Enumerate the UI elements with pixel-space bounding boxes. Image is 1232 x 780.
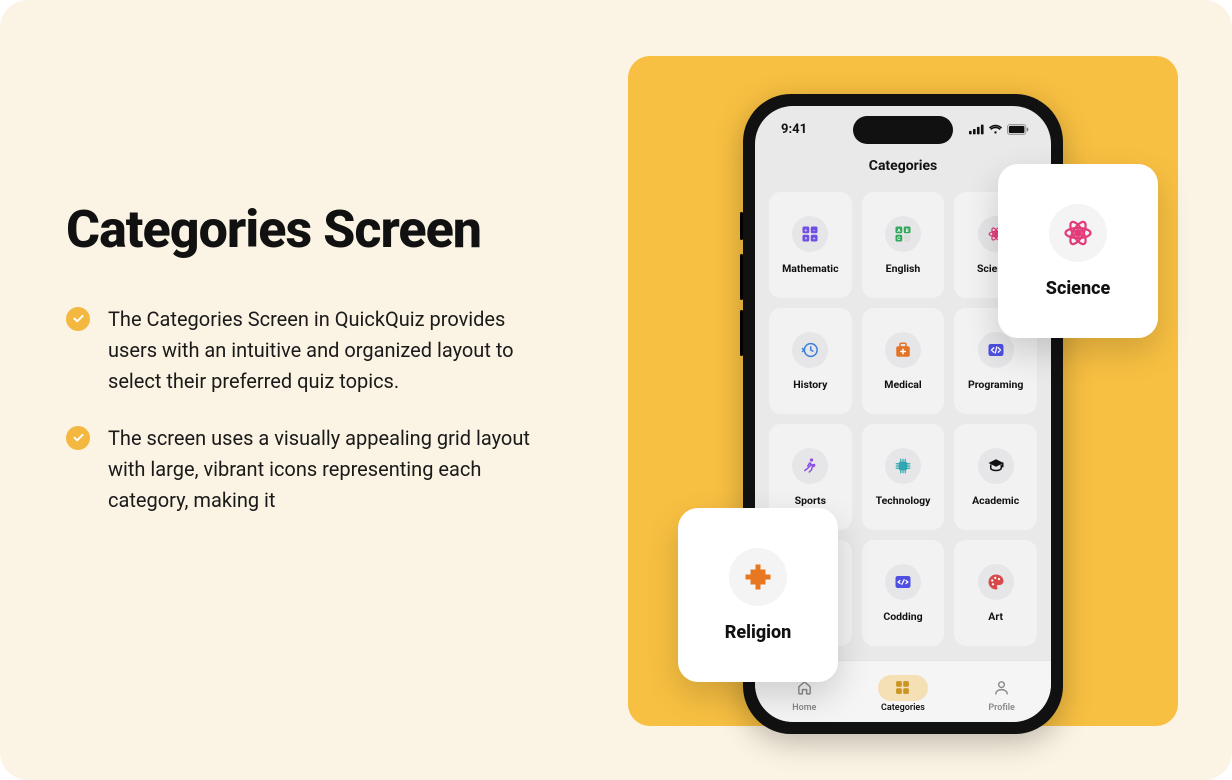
nav-label: Home	[792, 703, 816, 713]
category-tile-english[interactable]: ABC English	[862, 192, 945, 298]
technology-icon	[885, 448, 921, 484]
nav-item-categories[interactable]: Categories	[878, 675, 928, 713]
svg-text:×: ×	[805, 236, 808, 242]
programing-icon	[978, 332, 1014, 368]
nav-label: Categories	[881, 703, 925, 713]
category-label: Medical	[884, 378, 921, 391]
category-label: Art	[988, 610, 1003, 623]
checkmark-icon	[66, 307, 90, 331]
category-label: English	[886, 262, 921, 275]
religion-icon	[729, 548, 787, 606]
history-icon	[792, 332, 828, 368]
category-tile-art[interactable]: Art	[954, 540, 1037, 646]
svg-text:+: +	[805, 227, 808, 233]
bullet-item: The Categories Screen in QuickQuiz provi…	[66, 304, 616, 397]
showcase-panel: Science Religion 9:41	[628, 56, 1178, 726]
slide-page: Categories Screen The Categories Screen …	[0, 0, 1232, 780]
category-tile-mathematic[interactable]: +−× ÷ Mathematic	[769, 192, 852, 298]
svg-text:B: B	[906, 227, 909, 233]
popout-label: Science	[1046, 278, 1110, 299]
category-tile-codding[interactable]: Codding	[862, 540, 945, 646]
nav-item-profile[interactable]: Profile	[977, 675, 1027, 713]
category-label: Mathematic	[782, 262, 838, 275]
sports-icon	[792, 448, 828, 484]
category-label: Technology	[876, 494, 931, 507]
category-tile-academic[interactable]: Academic	[954, 424, 1037, 530]
phone-button	[740, 254, 743, 300]
bullet-text: The screen uses a visually appealing gri…	[108, 423, 538, 516]
page-title: Categories Screen	[66, 199, 616, 260]
grid-icon	[878, 675, 928, 701]
popout-card-science: Science	[998, 164, 1158, 338]
category-label: History	[793, 378, 827, 391]
category-tile-technology[interactable]: Technology	[862, 424, 945, 530]
category-label: Academic	[972, 494, 1019, 507]
science-icon	[1049, 204, 1107, 262]
category-label: Codding	[883, 610, 922, 623]
user-icon	[977, 675, 1027, 701]
status-time: 9:41	[781, 122, 807, 137]
academic-icon	[978, 448, 1014, 484]
phone-notch	[853, 116, 953, 144]
math-icon: +−× ÷	[792, 216, 828, 252]
category-tile-history[interactable]: History	[769, 308, 852, 414]
battery-icon	[1007, 124, 1029, 135]
status-icons	[969, 124, 1029, 135]
popout-label: Religion	[725, 622, 792, 643]
svg-text:÷: ÷	[813, 236, 816, 242]
category-tile-medical[interactable]: Medical	[862, 308, 945, 414]
wifi-icon	[988, 124, 1003, 135]
text-column: Categories Screen The Categories Screen …	[66, 199, 616, 542]
signal-icon	[969, 124, 984, 135]
popout-card-religion: Religion	[678, 508, 838, 682]
english-icon: ABC	[885, 216, 921, 252]
medical-icon	[885, 332, 921, 368]
checkmark-icon	[66, 426, 90, 450]
svg-text:−: −	[813, 227, 816, 233]
phone-button	[740, 310, 743, 356]
codding-icon	[885, 564, 921, 600]
nav-label: Profile	[988, 703, 1015, 713]
category-label: Sports	[795, 494, 826, 507]
category-label: Programing	[968, 378, 1023, 391]
phone-button	[740, 212, 743, 240]
art-icon	[978, 564, 1014, 600]
bullet-text: The Categories Screen in QuickQuiz provi…	[108, 304, 538, 397]
bullet-item: The screen uses a visually appealing gri…	[66, 423, 616, 516]
